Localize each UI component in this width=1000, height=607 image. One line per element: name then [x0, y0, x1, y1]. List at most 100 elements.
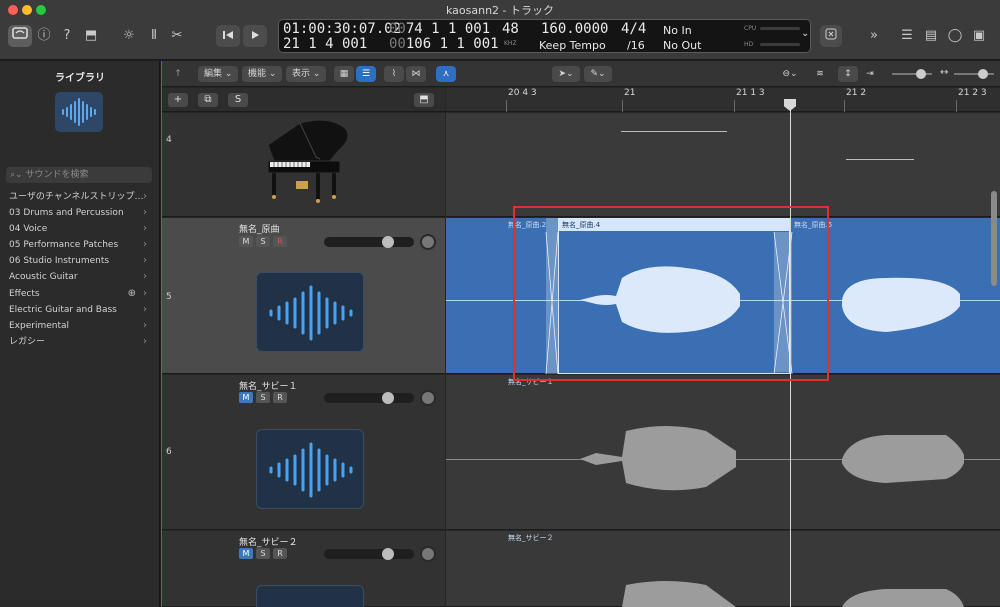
track-lane-piano[interactable]: [446, 113, 1000, 217]
bar-position: 21 1 4 001: [283, 36, 368, 52]
bar-ruler[interactable]: 20 4 3 21 21 1 3 21 2 21 2 3: [446, 88, 1000, 112]
vertical-zoom-icon[interactable]: ↕: [838, 66, 858, 82]
mute-button[interactable]: M: [239, 548, 253, 559]
functions-menu-button[interactable]: 機能 ⌄: [242, 66, 282, 82]
pencil-tool-icon[interactable]: ✎⌄: [584, 66, 612, 82]
slider-knob[interactable]: [978, 69, 988, 79]
play-button[interactable]: [243, 25, 267, 47]
track-lane-sabi1[interactable]: 無名_サビー１: [446, 375, 1000, 530]
up-arrow-icon[interactable]: ↑: [168, 66, 188, 82]
rewind-button[interactable]: [216, 25, 240, 47]
record-enable-button[interactable]: R: [273, 392, 287, 403]
horizontal-zoom-slider[interactable]: [954, 69, 994, 79]
pointer-tool-icon[interactable]: ➤⌄: [552, 66, 580, 82]
ruler-label: 21: [624, 88, 636, 98]
library-item[interactable]: Effects ⊕ ›: [0, 286, 150, 302]
library-item-label: Experimental: [9, 321, 70, 331]
list-editors-icon[interactable]: ☰: [898, 27, 916, 45]
time-signature[interactable]: 4/4: [621, 21, 646, 37]
horizontal-fit-icon[interactable]: ⇥: [860, 66, 880, 82]
mute-button[interactable]: M: [239, 236, 253, 247]
volume-knob[interactable]: [382, 392, 394, 404]
solo-button[interactable]: S: [256, 392, 270, 403]
vertical-zoom-slider[interactable]: [892, 69, 932, 79]
library-search-input[interactable]: ⌕⌄ サウンドを検索: [6, 167, 152, 183]
track-number: 6: [166, 447, 172, 457]
toolbar-icon[interactable]: ⬒: [82, 27, 100, 45]
library-toggle-button[interactable]: [8, 25, 32, 47]
browser-icon[interactable]: ▣: [970, 27, 988, 45]
division[interactable]: /16: [627, 39, 645, 52]
library-item[interactable]: 05 Performance Patches ›: [0, 237, 150, 253]
add-circle-icon[interactable]: ⊕: [128, 286, 136, 302]
midi-note[interactable]: [846, 159, 914, 160]
tempo-mode[interactable]: Keep Tempo: [539, 39, 606, 52]
editors-icon[interactable]: ✂: [168, 27, 186, 45]
lcd-display[interactable]: 01:00:30:07.02 21 1 4 001 0074 1 1 001 0…: [278, 19, 811, 53]
close-box-icon: [825, 28, 837, 40]
volume-slider[interactable]: [324, 236, 414, 248]
mixer-icon[interactable]: ⫴: [145, 27, 163, 45]
pan-knob[interactable]: [420, 234, 436, 250]
library-item[interactable]: Acoustic Guitar ›: [0, 269, 150, 285]
volume-knob[interactable]: [382, 236, 394, 248]
volume-slider[interactable]: [324, 392, 414, 404]
notepad-icon[interactable]: ▤: [922, 27, 940, 45]
track-header-piano[interactable]: 4: [162, 113, 445, 217]
ruler-label: 21 1 3: [736, 88, 765, 98]
pan-knob[interactable]: [420, 390, 436, 406]
edit-menu-button[interactable]: 編集 ⌄: [198, 66, 238, 82]
solo-button[interactable]: S: [256, 548, 270, 559]
add-track-button[interactable]: +: [168, 93, 188, 107]
zoom-minus-icon[interactable]: ⊖⌄: [778, 66, 802, 82]
view-menu-button[interactable]: 表示 ⌄: [286, 66, 326, 82]
library-item[interactable]: 04 Voice ›: [0, 221, 150, 237]
track-lane-sabi2[interactable]: 無名_サビー２: [446, 531, 1000, 607]
vertical-scrollbar[interactable]: [991, 191, 997, 286]
track-header-sabi2[interactable]: 無名_サビー２ M S R: [162, 531, 445, 607]
list-view-icon[interactable]: ☰: [356, 66, 376, 82]
pan-knob[interactable]: [420, 546, 436, 562]
ruler-tick: [956, 100, 957, 112]
view-menu-label: 表示: [292, 69, 311, 79]
tempo[interactable]: 160.0000: [541, 21, 608, 37]
library-item[interactable]: 06 Studio Instruments ›: [0, 253, 150, 269]
record-enable-button[interactable]: R: [273, 236, 287, 247]
library-item[interactable]: レガシー ›: [0, 334, 150, 350]
smart-controls-icon[interactable]: ☼: [120, 27, 138, 45]
more-chevron-icon[interactable]: »: [865, 27, 883, 45]
help-icon[interactable]: ?: [58, 27, 76, 45]
record-enable-button[interactable]: R: [273, 548, 287, 559]
library-item[interactable]: 03 Drums and Percussion ›: [0, 205, 150, 221]
collapse-icon[interactable]: ⬒: [414, 93, 434, 107]
mute-button[interactable]: M: [239, 392, 253, 403]
chevron-right-icon: ›: [143, 223, 147, 234]
duplicate-track-button[interactable]: ⧉: [198, 93, 218, 107]
volume-slider[interactable]: [324, 548, 414, 560]
lcd-menu-chevron-icon[interactable]: ⌄: [801, 28, 809, 39]
waveform-zoom-icon[interactable]: ≋: [810, 66, 830, 82]
catch-icon[interactable]: ⋏: [436, 66, 456, 82]
volume-knob[interactable]: [382, 548, 394, 560]
track-header-original[interactable]: 5 無名_原曲 M S R: [162, 218, 445, 374]
play-icon: [252, 31, 259, 39]
slider-knob[interactable]: [916, 69, 926, 79]
midi-note[interactable]: [621, 131, 727, 132]
library-title: ライブラリ: [55, 73, 105, 84]
automation-icon[interactable]: ⌇: [384, 66, 404, 82]
loop-browser-icon[interactable]: ◯: [946, 27, 964, 45]
solo-global-button[interactable]: S: [228, 93, 248, 107]
flex-icon[interactable]: ⋈: [406, 66, 426, 82]
track-header-sabi1[interactable]: 6 無名_サビー１ M S R: [162, 375, 445, 530]
grid-view-icon[interactable]: ▦: [334, 66, 354, 82]
library-panel: ライブラリ ⌕⌄ サウンドを検索 ユーザのチャンネルストリップ… › 03 Dru…: [0, 61, 160, 607]
library-item[interactable]: Electric Guitar and Bass ›: [0, 302, 150, 318]
library-item[interactable]: ユーザのチャンネルストリップ… ›: [0, 189, 150, 205]
search-icon: ⌕⌄: [10, 170, 26, 180]
library-item[interactable]: Experimental ›: [0, 318, 150, 334]
functions-menu-label: 機能: [248, 69, 267, 79]
waveform-icon: [62, 98, 96, 126]
count-in-button[interactable]: [820, 25, 842, 47]
solo-button[interactable]: S: [256, 236, 270, 247]
info-icon[interactable]: ⓘ: [35, 27, 53, 45]
